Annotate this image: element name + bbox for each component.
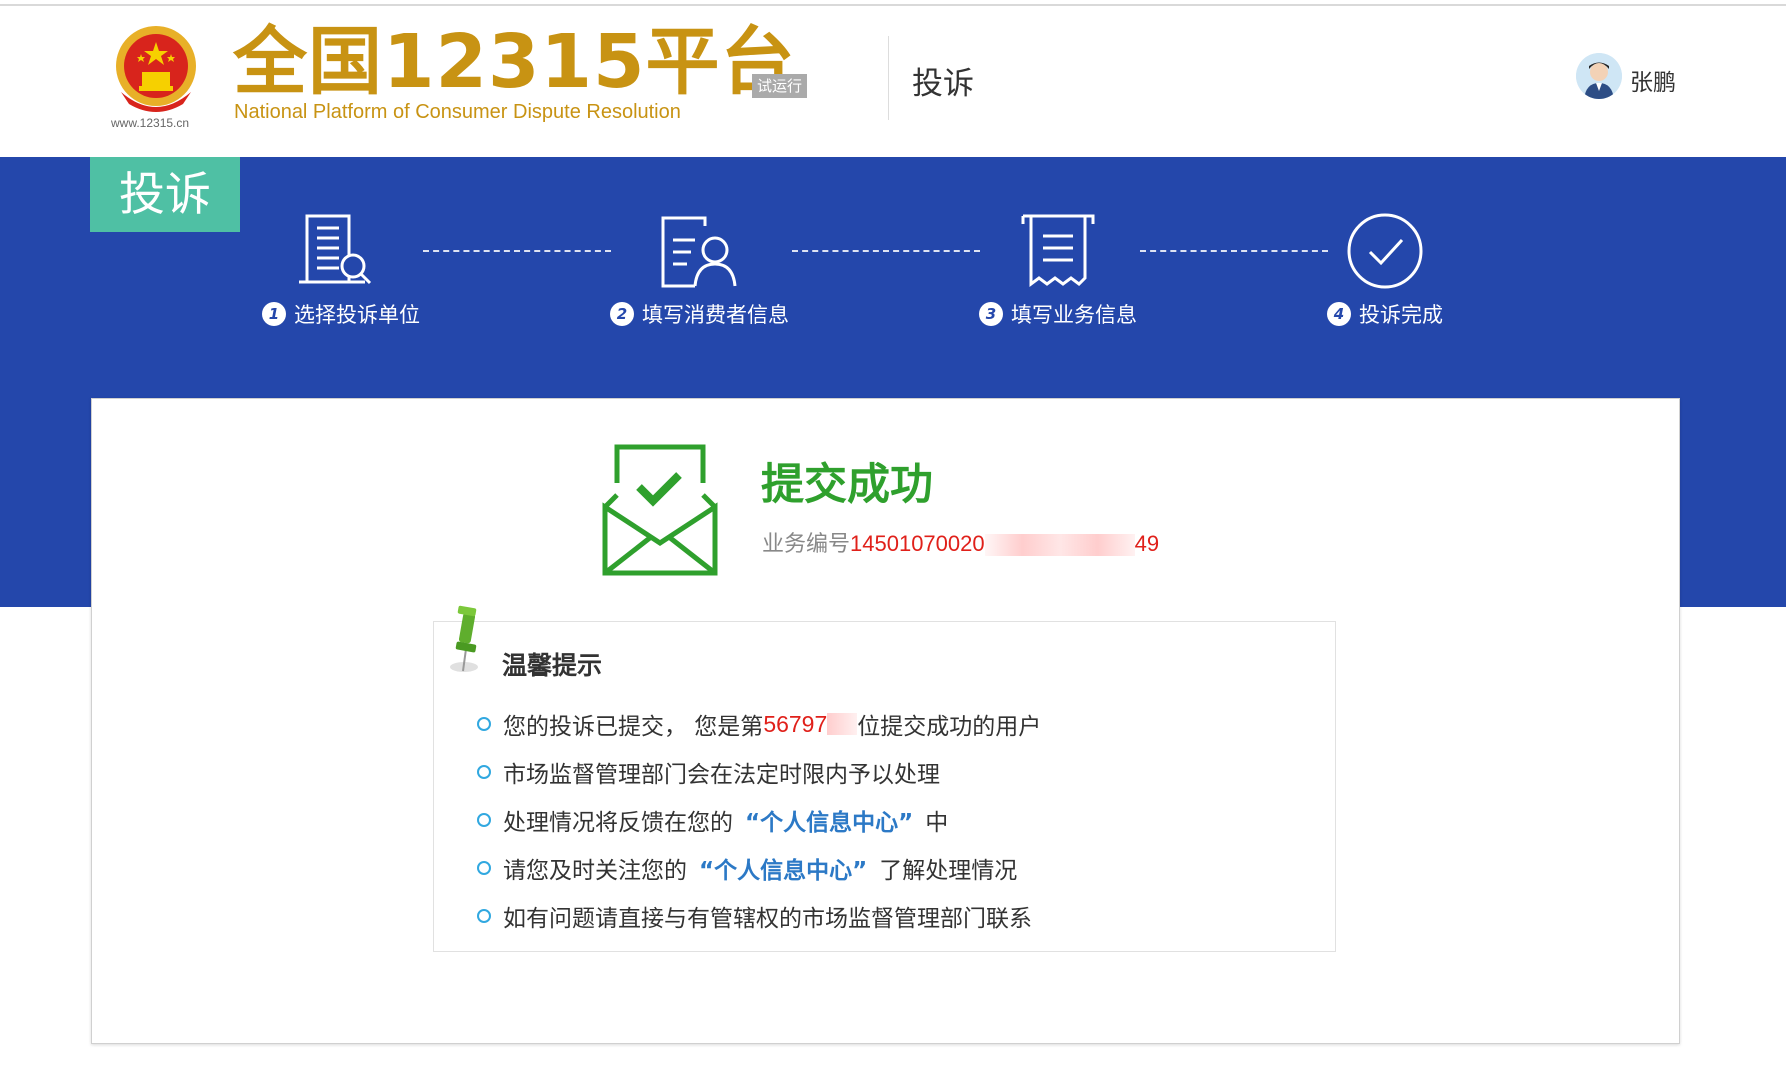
step-connector [1140,250,1328,252]
header-tab-complaint[interactable]: 投诉 [912,58,974,103]
emblem-url: www.12315.cn [111,116,190,130]
national-emblem-icon [116,26,196,112]
step-number: 4 [1327,302,1351,326]
ticket-number-suffix: 49 [1134,531,1160,556]
pushpin-icon [450,605,478,672]
page: www.12315.cn 全国12315平台 试运行 National Plat… [0,0,1786,1069]
tip-text: 中 [925,810,949,836]
tip-text: 市场监督管理部门会在法定时限内予以处理 [503,762,940,788]
step-label: 填写业务信息 [1011,303,1137,327]
check-circle-icon [1347,213,1423,289]
step-connector [792,250,980,252]
step-number: 1 [262,302,286,326]
tip-item: 请您及时关注您的 “个人信息中心” 了解处理情况 [477,844,1041,892]
step-number: 2 [610,302,634,326]
ticket-number-row: 业务编号14501070020 49 [762,526,1159,558]
step-label: 填写消费者信息 [642,303,789,327]
success-title: 提交成功 [761,460,933,510]
envelope-check-icon [602,444,718,576]
tip-text: 如有问题请直接与有管辖权的市场监督管理部门联系 [503,906,1032,932]
bullet-icon [477,909,491,923]
tip-text: 您的投诉已提交， 您是第 [503,714,764,740]
step-3: 3 填写业务信息 [979,300,1137,328]
step-4: 4 投诉完成 [1327,300,1443,328]
bullet-icon [477,765,491,779]
tips-list: 您的投诉已提交， 您是第 56797 位提交成功的用户 市场监督管理部门会在法定时限… [477,700,1041,940]
step-number: 3 [979,302,1003,326]
user-avatar-icon [1576,53,1622,99]
redaction-blur [984,534,1135,556]
tip-text: 请您及时关注您的 [503,858,687,884]
ticket-label: 业务编号 [762,532,851,557]
personal-center-link[interactable]: “个人信息中心” [699,851,867,885]
user-rank-number: 56797 [763,710,828,737]
tip-item: 如有问题请直接与有管辖权的市场监督管理部门联系 [477,892,1041,940]
step-label: 选择投诉单位 [294,303,420,327]
step-1: 1 选择投诉单位 [262,300,420,328]
tip-text: 了解处理情况 [879,858,1018,884]
beta-badge: 试运行 [752,74,808,98]
building-search-icon [299,214,372,285]
header-divider [888,36,889,120]
tips-title: 温馨提示 [502,651,603,680]
ticket-number-prefix: 14501070020 [850,531,985,556]
tip-text: 位提交成功的用户 [857,714,1042,740]
tip-item: 处理情况将反馈在您的 “个人信息中心” 中 [477,796,1041,844]
bullet-icon [477,717,491,731]
step-connector [423,250,611,252]
brand-title[interactable]: 全国12315平台 [233,20,795,104]
user-name[interactable]: 张鹏 [1630,63,1676,97]
brand-subtitle: National Platform of Consumer Dispute Re… [234,101,681,123]
receipt-icon [1021,214,1095,287]
person-form-icon [661,216,737,288]
redaction-blur [827,713,858,735]
bullet-icon [477,813,491,827]
user-avatar[interactable] [1576,53,1622,99]
tip-item: 您的投诉已提交， 您是第 56797 位提交成功的用户 [477,700,1041,748]
personal-center-link[interactable]: “个人信息中心” [745,803,913,837]
step-label: 投诉完成 [1359,303,1443,327]
banner-tag: 投诉 [90,157,240,232]
step-2: 2 填写消费者信息 [610,300,789,328]
tip-text: 处理情况将反馈在您的 [503,810,733,836]
bullet-icon [477,861,491,875]
tip-item: 市场监督管理部门会在法定时限内予以处理 [477,748,1041,796]
